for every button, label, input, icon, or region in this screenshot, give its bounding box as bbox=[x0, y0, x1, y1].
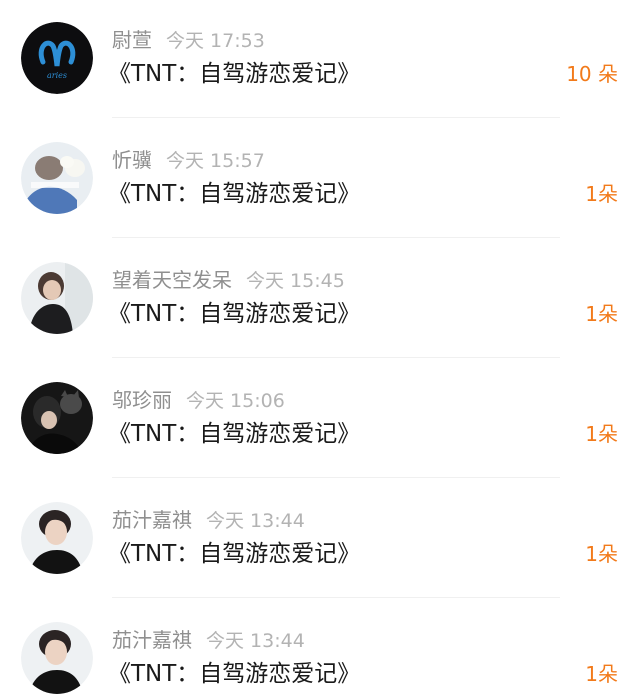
photo-avatar[interactable] bbox=[21, 502, 93, 574]
flower-count: 1朵 bbox=[585, 662, 618, 686]
photo-avatar[interactable] bbox=[21, 142, 93, 214]
list-item[interactable]: 邬珍丽 今天 15:06 《TNT：自驾游恋爱记》 1朵 bbox=[0, 358, 640, 478]
sender-name: 茄汁嘉祺 今天 13:44 bbox=[112, 628, 305, 653]
sender-name-text: 望着天空发呆 bbox=[112, 268, 232, 292]
svg-text:aries: aries bbox=[47, 71, 67, 80]
work-title: 《TNT：自驾游恋爱记》 bbox=[108, 421, 361, 447]
flower-count: 1朵 bbox=[585, 182, 618, 206]
flower-count: 1朵 bbox=[585, 302, 618, 326]
timestamp: 今天 15:45 bbox=[246, 270, 345, 292]
work-title: 《TNT：自驾游恋爱记》 bbox=[108, 301, 361, 327]
work-title: 《TNT：自驾游恋爱记》 bbox=[108, 181, 361, 207]
aries-logo-avatar[interactable]: aries bbox=[21, 22, 93, 94]
timestamp: 今天 17:53 bbox=[166, 30, 265, 52]
photo-avatar[interactable] bbox=[21, 622, 93, 694]
flower-count: 1朵 bbox=[585, 542, 618, 566]
sender-name: 尉萱 今天 17:53 bbox=[112, 28, 265, 53]
photo-avatar[interactable] bbox=[21, 262, 93, 334]
list-item[interactable]: 茄汁嘉祺 今天 13:44 《TNT：自驾游恋爱记》 1朵 bbox=[0, 478, 640, 598]
list-item[interactable]: aries 尉萱 今天 17:53 《TNT：自驾游恋爱记》 10 朵 bbox=[0, 0, 640, 118]
work-title: 《TNT：自驾游恋爱记》 bbox=[108, 541, 361, 567]
timestamp: 今天 13:44 bbox=[206, 510, 305, 532]
gift-record-list: aries 尉萱 今天 17:53 《TNT：自驾游恋爱记》 10 朵 忻骥 今天 … bbox=[0, 0, 640, 700]
sender-name-text: 邬珍丽 bbox=[112, 388, 172, 412]
sender-name-text: 尉萱 bbox=[112, 28, 152, 52]
timestamp: 今天 15:57 bbox=[166, 150, 265, 172]
sender-name: 忻骥 今天 15:57 bbox=[112, 148, 265, 173]
list-item[interactable]: 忻骥 今天 15:57 《TNT：自驾游恋爱记》 1朵 bbox=[0, 118, 640, 238]
list-item[interactable]: 茄汁嘉祺 今天 13:44 《TNT：自驾游恋爱记》 1朵 bbox=[0, 598, 640, 700]
work-title: 《TNT：自驾游恋爱记》 bbox=[108, 661, 361, 687]
flower-count: 1朵 bbox=[585, 422, 618, 446]
photo-avatar[interactable] bbox=[21, 382, 93, 454]
sender-name-text: 忻骥 bbox=[112, 148, 152, 172]
timestamp: 今天 13:44 bbox=[206, 630, 305, 652]
work-title: 《TNT：自驾游恋爱记》 bbox=[108, 61, 361, 87]
sender-name-text: 茄汁嘉祺 bbox=[112, 628, 192, 652]
timestamp: 今天 15:06 bbox=[186, 390, 285, 412]
sender-name: 邬珍丽 今天 15:06 bbox=[112, 388, 285, 413]
sender-name: 望着天空发呆 今天 15:45 bbox=[112, 268, 345, 293]
list-item[interactable]: 望着天空发呆 今天 15:45 《TNT：自驾游恋爱记》 1朵 bbox=[0, 238, 640, 358]
sender-name: 茄汁嘉祺 今天 13:44 bbox=[112, 508, 305, 533]
flower-count: 10 朵 bbox=[566, 62, 618, 86]
sender-name-text: 茄汁嘉祺 bbox=[112, 508, 192, 532]
